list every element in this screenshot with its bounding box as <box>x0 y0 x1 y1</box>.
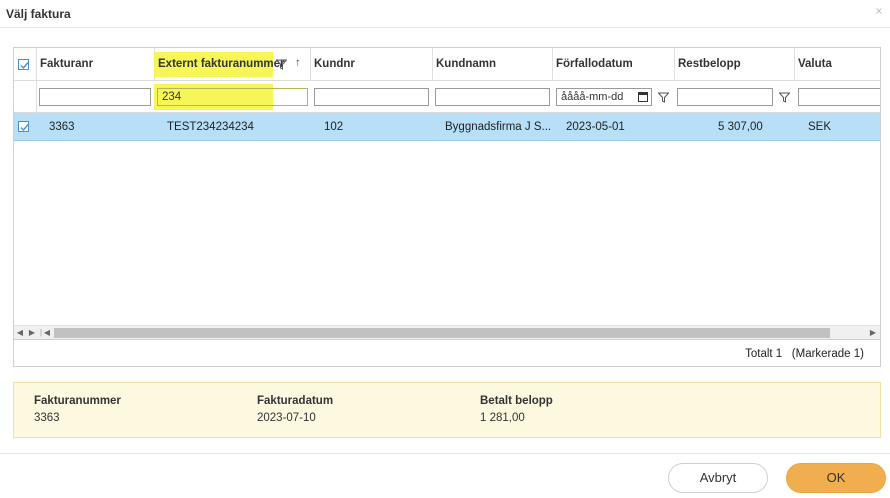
sort-ascending-icon[interactable]: ↑ <box>295 57 301 69</box>
scroll-right-icon[interactable]: ▶ <box>868 327 878 339</box>
scroll-thumb[interactable] <box>54 328 830 338</box>
dialog-title: Välj faktura <box>6 7 71 21</box>
filter-input-valuta[interactable] <box>798 88 880 106</box>
column-header-valuta[interactable]: Valuta <box>798 58 832 70</box>
select-all-checkbox[interactable] <box>18 59 29 70</box>
detail-label-fakturadatum: Fakturadatum <box>257 395 334 407</box>
detail-label-fakturanummer: Fakturanummer <box>34 395 121 407</box>
column-header-fakturanr[interactable]: Fakturanr <box>40 58 93 70</box>
ok-button[interactable]: OK <box>786 463 886 493</box>
cell-fakturanr: 3363 <box>49 121 75 133</box>
total-count: Totalt 1 <box>745 348 783 360</box>
dialog-titlebar: Välj faktura × <box>0 0 890 28</box>
footer-divider <box>0 453 890 454</box>
cell-kundnr: 102 <box>324 121 344 133</box>
detail-value-fakturadatum: 2023-07-10 <box>257 412 316 424</box>
detail-label-betalt-belopp: Betalt belopp <box>480 395 553 407</box>
cell-forfallodatum: 2023-05-01 <box>566 121 625 133</box>
horizontal-scrollbar[interactable]: ◀ ▶ | ◀ ▶ <box>14 325 880 339</box>
row-checkbox[interactable] <box>18 121 29 132</box>
filter-icon[interactable] <box>658 92 669 103</box>
cancel-button[interactable]: Avbryt <box>668 463 768 493</box>
check-icon <box>20 62 29 70</box>
cell-valuta: SEK <box>808 121 832 133</box>
filter-input-externt-fakturanummer[interactable] <box>157 88 308 106</box>
filter-input-kundnr[interactable] <box>314 88 429 106</box>
column-header-externt-fakturanummer[interactable]: Externt fakturanummer <box>158 58 285 70</box>
grid-footer: Totalt 1 (Markerade 1) <box>13 340 881 367</box>
filter-input-restbelopp[interactable] <box>677 88 773 106</box>
filter-date-forfallodatum[interactable]: åååå-mm-dd <box>556 88 652 106</box>
column-header-forfallodatum[interactable]: Förfallodatum <box>556 58 633 70</box>
detail-value-betalt-belopp: 1 281,00 <box>480 412 525 424</box>
filter-input-kundnamn[interactable] <box>435 88 550 106</box>
filter-icon[interactable] <box>779 92 790 103</box>
cell-externt-fakturanummer: TEST234234234 <box>167 121 254 133</box>
column-header-kundnamn[interactable]: Kundnamn <box>436 58 496 70</box>
invoice-details-panel: Fakturanummer 3363 Fakturadatum 2023-07-… <box>13 382 881 438</box>
detail-value-fakturanummer: 3363 <box>34 412 60 424</box>
cell-kundnamn: Byggnadsfirma J S... <box>445 121 552 133</box>
grid-filter-row: åååå-mm-dd <box>14 81 880 113</box>
select-invoice-dialog: Välj faktura × Fakturanr Externt faktura… <box>0 0 890 498</box>
column-header-restbelopp[interactable]: Restbelopp <box>678 58 741 70</box>
scroll-right-small-icon[interactable]: ▶ <box>27 327 37 339</box>
filter-icon[interactable] <box>276 59 287 70</box>
grid-total-summary: Totalt 1 (Markerade 1) <box>745 348 864 360</box>
grid-header-row: Fakturanr Externt fakturanummer ↑ Kundnr… <box>14 48 880 113</box>
check-icon <box>20 124 29 132</box>
marked-count: (Markerade 1) <box>791 348 864 360</box>
calendar-icon[interactable] <box>638 92 648 102</box>
column-header-kundnr[interactable]: Kundnr <box>314 58 355 70</box>
cell-restbelopp: 5 307,00 <box>718 121 763 133</box>
filter-input-fakturanr[interactable] <box>39 88 151 106</box>
table-row[interactable]: 3363 TEST234234234 102 Byggnadsfirma J S… <box>14 113 880 141</box>
scroll-left-track-icon[interactable]: ◀ <box>42 327 52 339</box>
date-placeholder: åååå-mm-dd <box>561 91 624 103</box>
invoice-grid: Fakturanr Externt fakturanummer ↑ Kundnr… <box>13 47 881 340</box>
close-icon[interactable]: × <box>872 4 886 18</box>
scroll-left-icon[interactable]: ◀ <box>15 327 25 339</box>
